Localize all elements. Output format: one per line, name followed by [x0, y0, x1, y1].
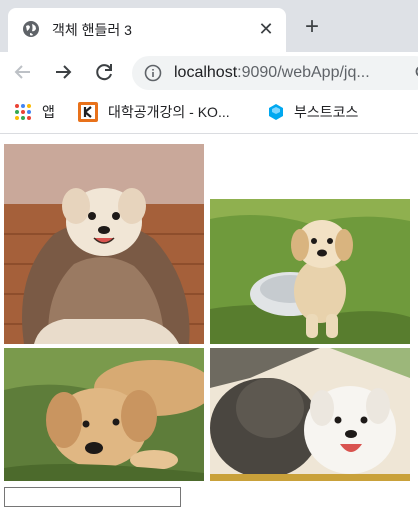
search-icon[interactable]: [414, 64, 418, 82]
boostcourse-icon: [269, 104, 283, 120]
url-text: localhost:9090/webApp/jq...: [174, 64, 370, 82]
back-arrow-icon[interactable]: [10, 60, 34, 84]
plus-icon[interactable]: +: [300, 15, 324, 40]
kocw-logo-icon: [78, 102, 98, 122]
url-host: localhost: [174, 64, 238, 81]
forward-arrow-icon[interactable]: [52, 60, 76, 84]
puppy-in-bowl-image[interactable]: [210, 199, 410, 344]
reload-icon[interactable]: [92, 60, 116, 84]
apps-grid-icon: [15, 104, 31, 120]
address-bar[interactable]: localhost:9090/webApp/jq...: [132, 56, 418, 90]
toolbar: localhost:9090/webApp/jq...: [0, 52, 418, 92]
bookmark-apps[interactable]: 앱: [14, 102, 55, 122]
tab-active[interactable]: 객체 핸들러 3 ✕: [8, 8, 286, 52]
bookmarks-bar: 앱 대학공개강의 - KO... 부스트코스: [0, 92, 418, 134]
bookmark-label: 앱: [42, 104, 55, 120]
two-dogs-cuddling-image[interactable]: [210, 348, 410, 481]
bookmark-label: 부스트코스: [294, 104, 359, 120]
bookmark-label: 대학공개강의 - KO...: [108, 104, 230, 120]
puppy-in-blanket-image[interactable]: [4, 144, 204, 344]
tab-title: 객체 핸들러 3: [52, 22, 132, 38]
text-input[interactable]: [4, 487, 181, 507]
bookmark-boostcourse[interactable]: 부스트코스: [268, 102, 358, 122]
page-content: [0, 135, 418, 514]
globe-icon: [23, 21, 39, 37]
puppy-lying-on-grass-image[interactable]: [4, 348, 204, 481]
info-icon[interactable]: [144, 64, 162, 82]
url-path: :9090/webApp/jq...: [237, 64, 370, 81]
bookmark-kocw[interactable]: 대학공개강의 - KO...: [78, 102, 230, 122]
close-icon[interactable]: ✕: [256, 19, 276, 39]
tab-strip: 객체 핸들러 3 ✕ +: [0, 0, 418, 52]
